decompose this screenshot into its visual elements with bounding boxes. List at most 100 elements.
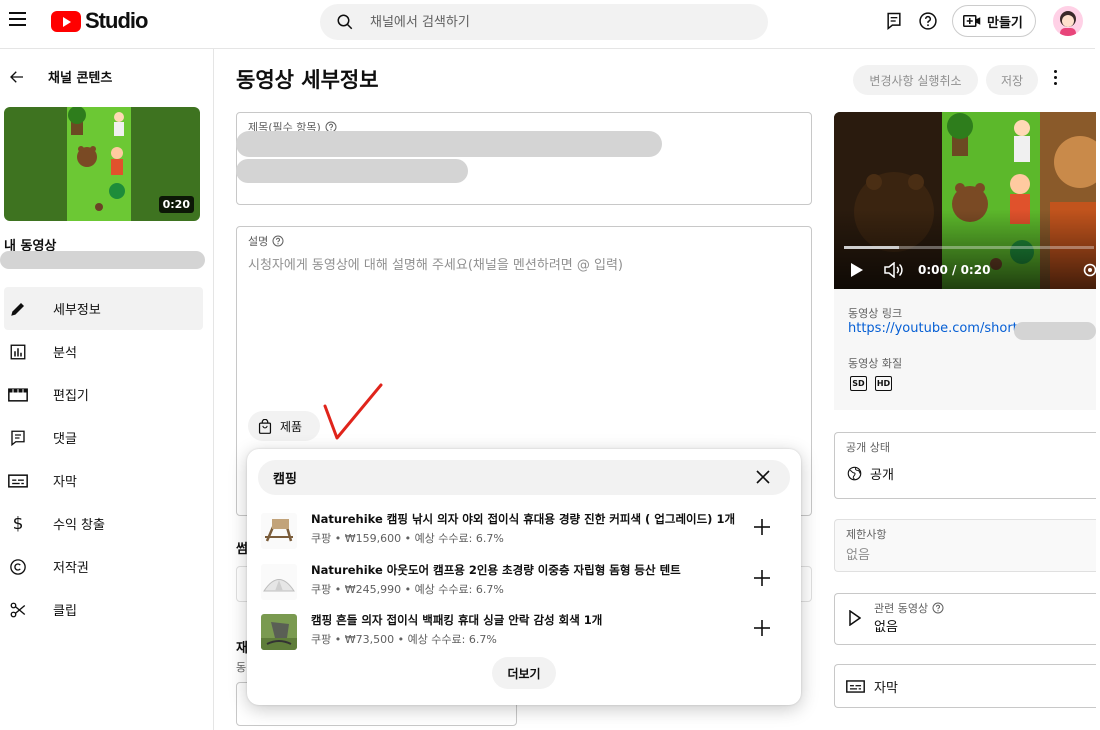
product-item[interactable]: Naturehike 캠핑 낚시 의자 야외 접이식 휴대용 경량 진한 커피색…	[259, 509, 789, 553]
restrictions-label: 제한사항	[846, 528, 887, 541]
product-image-camping-chair	[261, 513, 297, 549]
product-meta: 쿠팡 • ₩245,990 • 예상 수수료: 6.7%	[311, 583, 504, 596]
product-chip[interactable]: 제품	[248, 411, 320, 441]
globe-icon	[847, 466, 862, 481]
annotation-checkmark-icon	[323, 383, 383, 440]
play-icon[interactable]	[850, 262, 864, 278]
related-video-label: 관련 동영상	[874, 602, 929, 615]
comments-icon	[8, 428, 28, 448]
sidebar-item-label: 분석	[53, 346, 77, 361]
arrow-left-icon	[10, 70, 23, 83]
sidebar-item-label: 수익 창출	[53, 518, 105, 533]
undo-changes-button[interactable]: 변경사항 실행취소	[853, 65, 978, 95]
hd-badge-icon: HD	[875, 376, 892, 391]
search-input[interactable]	[370, 4, 750, 40]
sidebar-item-label: 편집기	[53, 389, 89, 404]
subtitles-field[interactable]: 자막	[834, 664, 1096, 708]
search-icon	[337, 14, 353, 30]
sidebar-item-copyright[interactable]: 저작권	[4, 545, 203, 588]
studio-logo[interactable]: Studio	[51, 8, 148, 34]
sidebar-item-subtitles[interactable]: 자막	[4, 459, 203, 502]
description-label: 설명	[248, 235, 269, 248]
product-search-input[interactable]	[273, 460, 743, 495]
player-progress-bar[interactable]	[844, 246, 1094, 249]
visibility-field[interactable]: 공개 상태 공개	[834, 432, 1096, 499]
channel-search[interactable]	[320, 4, 768, 40]
product-title: Naturehike 캠핑 낚시 의자 야외 접이식 휴대용 경량 진한 커피색…	[311, 512, 736, 526]
player-progress-fill	[844, 246, 899, 249]
back-label: 채널 콘텐츠	[48, 71, 113, 86]
sidebar-item-label: 저작권	[53, 561, 89, 576]
editor-icon	[8, 385, 28, 405]
play-outline-icon	[849, 610, 861, 626]
video-thumbnail[interactable]: 0:20	[4, 107, 200, 221]
product-image-tent	[261, 564, 297, 600]
dollar-icon: $	[12, 513, 24, 534]
sidebar-item-editor[interactable]: 편집기	[4, 373, 203, 416]
scissors-icon	[8, 600, 28, 620]
cartoon-characters-image	[68, 107, 125, 211]
create-button[interactable]: 만들기	[952, 5, 1036, 37]
sidebar-item-details[interactable]: 세부정보	[4, 287, 203, 330]
redacted-title-line-1	[236, 131, 662, 157]
product-item[interactable]: Naturehike 아웃도어 캠프용 2인용 초경량 이중층 자립형 돔형 등…	[259, 560, 789, 604]
sidebar-item-label: 세부정보	[53, 303, 101, 318]
create-label: 만들기	[987, 15, 1023, 31]
show-more-button[interactable]: 더보기	[492, 657, 556, 689]
settings-gear-icon[interactable]	[1082, 262, 1096, 278]
help-circle-icon[interactable]	[272, 235, 284, 247]
description-label-row: 설명	[248, 233, 284, 249]
description-placeholder: 시청자에게 동영상에 대해 설명해 주세요(채널을 멘션하려면 @ 입력)	[248, 258, 623, 273]
help-circle-icon[interactable]	[932, 602, 944, 614]
volume-icon[interactable]	[884, 262, 904, 278]
playlist-section-subtext: 동	[236, 661, 247, 674]
sidebar-item-label: 자막	[53, 475, 77, 490]
logo-text: Studio	[85, 8, 148, 33]
sidebar-item-label: 클립	[53, 604, 77, 619]
save-button[interactable]: 저장	[986, 65, 1038, 95]
sidebar-item-label: 댓글	[53, 432, 77, 447]
sidebar-item-clips[interactable]: 클립	[4, 588, 203, 631]
product-meta: 쿠팡 • ₩73,500 • 예상 수수료: 6.7%	[311, 633, 497, 646]
video-quality-label: 동영상 화질	[848, 357, 903, 370]
feedback-icon[interactable]	[884, 11, 904, 31]
product-item[interactable]: 캠핑 흔들 의자 접이식 백패킹 휴대 싱글 안락 감성 회색 1개 쿠팡 • …	[259, 610, 789, 654]
help-icon[interactable]	[918, 11, 938, 31]
player-time: 0:00 / 0:20	[918, 263, 991, 277]
product-title: Naturehike 아웃도어 캠프용 2인용 초경량 이중층 자립형 돔형 등…	[311, 563, 681, 577]
product-chip-label: 제품	[280, 419, 303, 434]
video-player[interactable]: 0:00 / 0:20	[834, 112, 1096, 289]
sd-badge-icon: SD	[850, 376, 867, 391]
restrictions-value: 없음	[846, 548, 870, 563]
pencil-icon	[8, 299, 28, 319]
video-link-label: 동영상 링크	[848, 307, 903, 320]
copyright-icon	[8, 557, 28, 577]
avatar[interactable]	[1053, 6, 1083, 36]
add-product-icon[interactable]	[753, 619, 771, 637]
add-product-icon[interactable]	[753, 569, 771, 587]
sidebar-item-monetization[interactable]: $ 수익 창출	[4, 502, 203, 545]
more-options-icon[interactable]	[1049, 70, 1061, 90]
subtitles-icon	[846, 680, 865, 693]
sidebar-item-comments[interactable]: 댓글	[4, 416, 203, 459]
product-image-rocking-chair	[261, 614, 297, 650]
related-video-label-row: 관련 동영상	[874, 600, 944, 616]
back-to-channel-content[interactable]: 채널 콘텐츠	[8, 67, 112, 86]
thumbnail-duration: 0:20	[158, 196, 194, 213]
add-product-icon[interactable]	[753, 518, 771, 536]
subtitles-value: 자막	[874, 681, 898, 696]
related-video-field[interactable]: 관련 동영상 없음	[834, 593, 1096, 645]
visibility-label: 공개 상태	[846, 441, 890, 454]
visibility-value: 공개	[870, 468, 894, 483]
shopping-bag-icon	[258, 418, 272, 434]
redacted-video-link-id	[1014, 322, 1096, 340]
top-bar: Studio 만들기	[0, 0, 1100, 44]
close-icon[interactable]	[755, 469, 771, 485]
page-title: 동영상 세부정보	[236, 68, 379, 92]
video-link[interactable]: https://youtube.com/shorts	[848, 321, 1025, 336]
menu-icon[interactable]	[9, 12, 26, 26]
sidebar: 채널 콘텐츠 0:20 내 동영상 세부정보 분석 편집기 댓글 자막 $ 수익…	[0, 49, 214, 730]
sidebar-item-analytics[interactable]: 분석	[4, 330, 203, 373]
product-search-box[interactable]	[258, 460, 790, 495]
youtube-play-icon	[51, 10, 81, 32]
